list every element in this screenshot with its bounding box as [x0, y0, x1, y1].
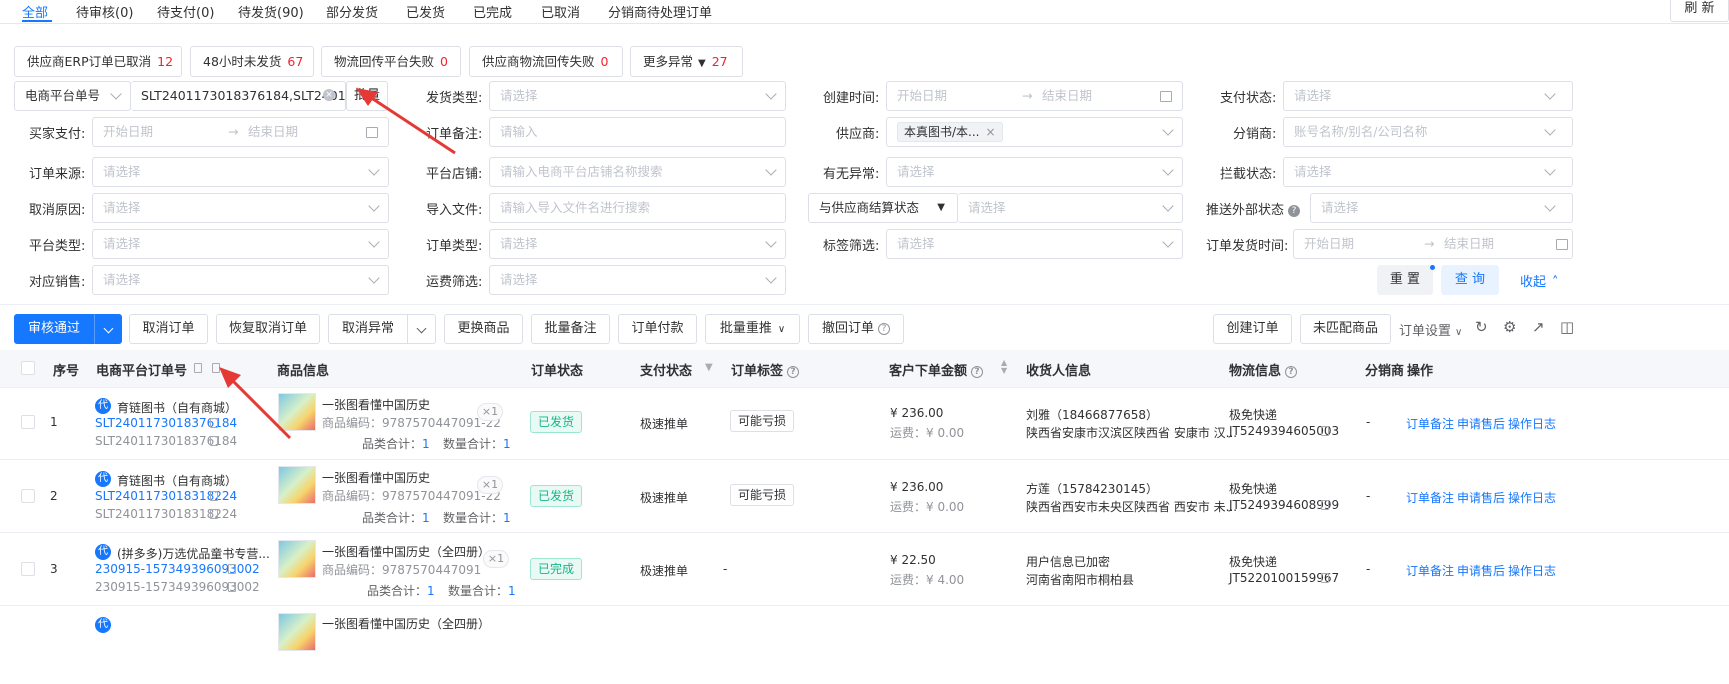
annotation-arrows — [219, 88, 456, 440]
annotation-arrow-to-batch — [356, 88, 456, 155]
annotation-arrow-to-copy — [219, 367, 292, 440]
